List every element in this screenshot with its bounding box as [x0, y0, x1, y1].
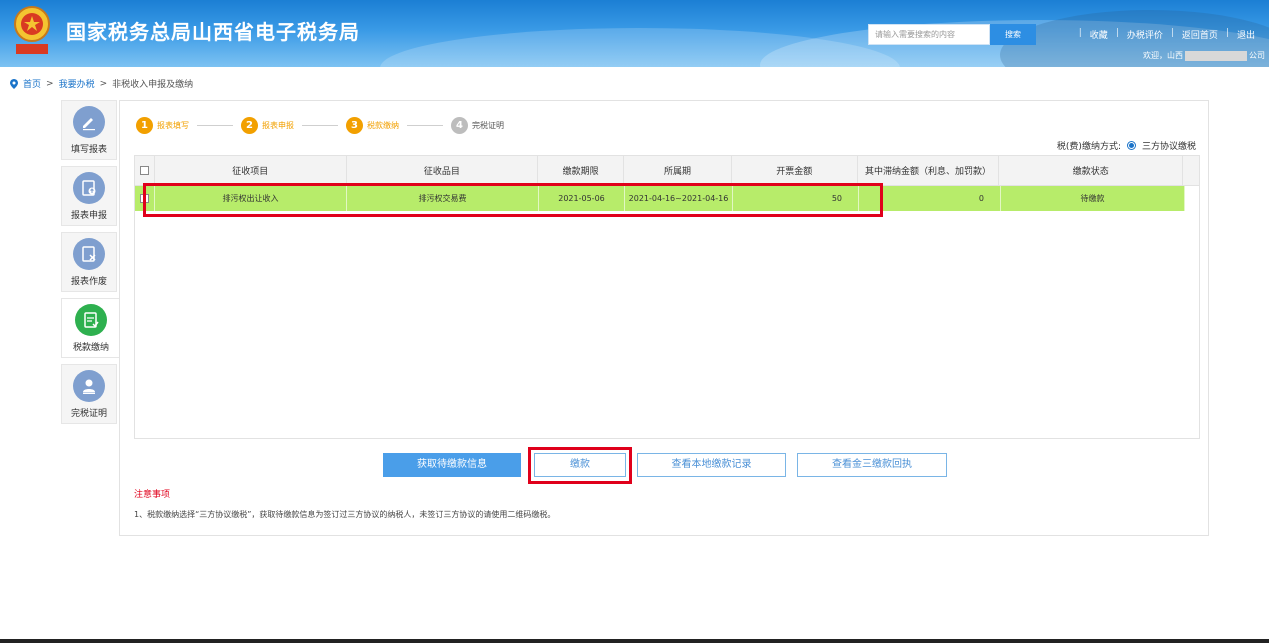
step-label: 完税证明: [472, 121, 504, 130]
step-number: 1: [136, 117, 153, 134]
breadcrumb-separator: >: [99, 78, 108, 89]
payment-method-radio[interactable]: [1126, 141, 1136, 150]
notes-text: 1、税款缴纳选择“三方协议缴税”，获取待缴款信息为签订过三方协议的纳税人，未签订…: [134, 510, 556, 519]
breadcrumb-separator: >: [46, 78, 54, 89]
step-number: 2: [241, 117, 258, 134]
notes-title: 注意事项: [134, 490, 171, 500]
site-header: 国家税务总局山西省电子税务局 请输入需要搜索的内容 搜索 | 收藏 | 办税评价…: [0, 0, 1269, 67]
sidebar-item-void-report[interactable]: 报表作废: [61, 232, 117, 292]
welcome-prefix: 欢迎，山西: [1143, 51, 1183, 60]
table-header: 征收项目 征收品目 缴款期限 所属期 开票金额 其中滞纳金额（利息、加罚款） 缴…: [135, 156, 1199, 186]
select-all-checkbox[interactable]: [139, 166, 149, 175]
step-connector: [197, 125, 233, 126]
column-header: 开票金额: [732, 156, 858, 185]
rating-link[interactable]: 办税评价: [1119, 28, 1171, 41]
column-header: 征收品目: [347, 156, 539, 185]
breadcrumb-home[interactable]: 首页: [23, 77, 41, 90]
sidebar-item-label: 税款缴纳: [72, 343, 109, 353]
step-label: 税款缴纳: [367, 121, 399, 130]
location-pin-icon: [10, 78, 18, 89]
column-header: 征收项目: [155, 156, 347, 185]
local-payment-records-button[interactable]: 查看本地缴款记录: [637, 453, 786, 477]
void-report-icon: [73, 238, 105, 270]
logout-link[interactable]: 退出: [1229, 28, 1263, 41]
payment-method-option[interactable]: 三方协议缴税: [1142, 139, 1196, 152]
step-label: 报表填写: [157, 121, 189, 130]
step-2: 2 报表申报: [241, 117, 294, 134]
pay-button-annotation: [528, 447, 632, 484]
breadcrumb: 首页 > 我要办税 > 非税收入申报及缴纳: [10, 77, 193, 90]
step-1: 1 报表填写: [136, 117, 189, 134]
sidebar-item-tax-certificate[interactable]: 完税证明: [61, 364, 117, 424]
payment-method: 税(费)缴纳方式: 三方协议缴税: [1057, 139, 1196, 152]
search-input[interactable]: 请输入需要搜索的内容: [868, 24, 990, 45]
select-all-cell: [135, 156, 155, 185]
breadcrumb-section[interactable]: 我要办税: [59, 77, 95, 90]
sidebar-item-label: 填写报表: [70, 145, 107, 155]
sidebar-item-fill-report[interactable]: 填写报表: [61, 100, 117, 160]
tripartite-receipts-button[interactable]: 查看金三缴款回执: [797, 453, 947, 477]
table-cell: 待缴款: [1001, 186, 1185, 211]
sidebar-item-label: 报表作废: [70, 277, 107, 287]
row-highlight-annotation: [143, 183, 883, 217]
fetch-pending-payment-button[interactable]: 获取待缴款信息: [383, 453, 521, 477]
redacted-name: [1185, 50, 1247, 61]
breadcrumb-current: 非税收入申报及缴纳: [112, 80, 194, 90]
top-links: | 收藏 | 办税评价 | 返回首页 | 退出: [1079, 28, 1263, 41]
bottom-bar: [0, 639, 1269, 643]
upload-report-icon: [73, 172, 105, 204]
step-connector: [302, 125, 338, 126]
home-link[interactable]: 返回首页: [1174, 28, 1226, 41]
search-button[interactable]: 搜索: [990, 24, 1036, 45]
step-connector: [407, 125, 443, 126]
welcome-suffix: 公司: [1249, 51, 1265, 60]
site-title: 国家税务总局山西省电子税务局: [66, 20, 360, 44]
step-3: 3 税款缴纳: [346, 117, 399, 134]
edit-icon: [73, 106, 105, 138]
step-label: 报表申报: [262, 121, 294, 130]
payment-method-label: 税(费)缴纳方式:: [1056, 142, 1121, 152]
sidebar-item-label: 报表申报: [70, 211, 107, 221]
column-header: 缴款状态: [999, 156, 1184, 185]
tax-emblem-icon: [14, 6, 50, 54]
certificate-icon: [73, 370, 105, 402]
step-4: 4 完税证明: [451, 117, 504, 134]
column-header: 缴款期限: [538, 156, 625, 185]
step-number: 4: [451, 117, 468, 134]
progress-steps: 1 报表填写 2 报表申报 3 税款缴纳 4 完税证明: [136, 117, 504, 134]
welcome-text: 欢迎，山西 公司: [1143, 50, 1265, 61]
sidebar-item-submit-report[interactable]: 报表申报: [61, 166, 117, 226]
column-header: 其中滞纳金额（利息、加罚款）: [858, 156, 1000, 185]
main-panel: 1 报表填写 2 报表申报 3 税款缴纳 4 完税证明 税(费)缴纳方式: 三方…: [119, 100, 1209, 536]
favorite-link[interactable]: 收藏: [1082, 28, 1116, 41]
tax-payment-icon: [75, 304, 107, 336]
sidebar-item-tax-payment[interactable]: 税款缴纳: [61, 298, 120, 358]
header-spacer: [1183, 156, 1199, 185]
sidebar-item-label: 完税证明: [70, 409, 107, 419]
column-header: 所属期: [624, 156, 732, 185]
step-number: 3: [346, 117, 363, 134]
left-sidebar: 填写报表 报表申报 报表作废 税款缴纳 完税证明: [61, 100, 120, 430]
